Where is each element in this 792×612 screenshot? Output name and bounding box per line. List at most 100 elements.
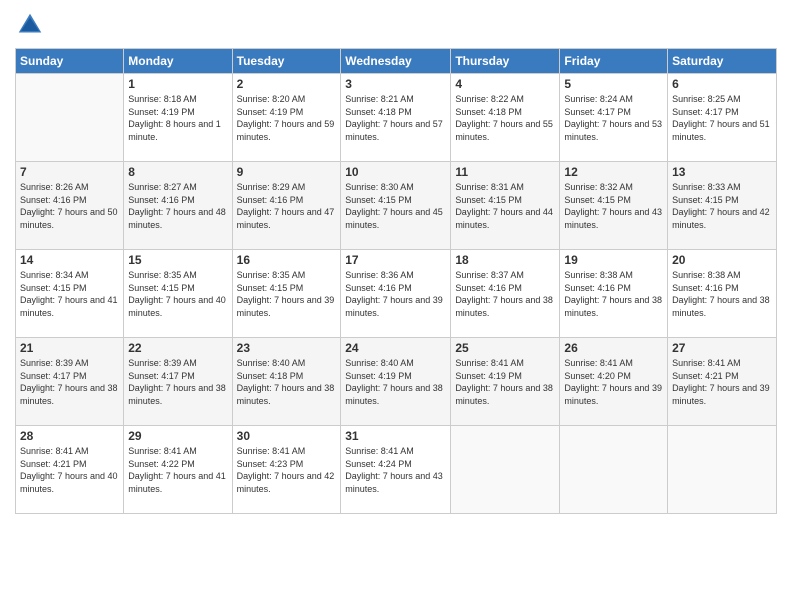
calendar-cell: 14 Sunrise: 8:34 AMSunset: 4:15 PMDayligh… — [16, 250, 124, 338]
day-number: 28 — [20, 429, 119, 443]
calendar-week-row: 1 Sunrise: 8:18 AMSunset: 4:19 PMDaylight… — [16, 74, 777, 162]
calendar-week-row: 21Sunrise: 8:39 AMSunset: 4:17 PMDayligh… — [16, 338, 777, 426]
logo-icon — [15, 10, 45, 40]
day-number: 27 — [672, 341, 772, 355]
day-number: 7 — [20, 165, 119, 179]
page: SundayMondayTuesdayWednesdayThursdayFrid… — [0, 0, 792, 612]
calendar-cell: 28 Sunrise: 8:41 AMSunset: 4:21 PMDayligh… — [16, 426, 124, 514]
day-info: Sunrise: 8:33 AMSunset: 4:15 PMDaylight:… — [672, 181, 772, 231]
calendar-cell: 19 Sunrise: 8:38 AMSunset: 4:16 PMDayligh… — [560, 250, 668, 338]
calendar-cell: 23 Sunrise: 8:40 AMSunset: 4:18 PMDayligh… — [232, 338, 341, 426]
weekday-header-row: SundayMondayTuesdayWednesdayThursdayFrid… — [16, 49, 777, 74]
day-info: Sunrise: 8:41 AMSunset: 4:22 PMDaylight:… — [128, 445, 227, 495]
day-number: 23 — [237, 341, 337, 355]
day-number: 16 — [237, 253, 337, 267]
calendar-cell: 5 Sunrise: 8:24 AMSunset: 4:17 PMDaylight… — [560, 74, 668, 162]
day-number: 31 — [345, 429, 446, 443]
day-number: 30 — [237, 429, 337, 443]
day-number: 5 — [564, 77, 663, 91]
day-info: Sunrise: 8:18 AMSunset: 4:19 PMDaylight:… — [128, 93, 227, 143]
calendar-cell: 3 Sunrise: 8:21 AMSunset: 4:18 PMDaylight… — [341, 74, 451, 162]
calendar-cell: 9Sunrise: 8:29 AMSunset: 4:16 PMDaylight… — [232, 162, 341, 250]
calendar-cell — [16, 74, 124, 162]
day-number: 13 — [672, 165, 772, 179]
day-info: Sunrise: 8:27 AMSunset: 4:16 PMDaylight:… — [128, 181, 227, 231]
calendar-cell: 31 Sunrise: 8:41 AMSunset: 4:24 PMDayligh… — [341, 426, 451, 514]
calendar-cell: 22Sunrise: 8:39 AMSunset: 4:17 PMDayligh… — [124, 338, 232, 426]
day-info: Sunrise: 8:41 AMSunset: 4:20 PMDaylight:… — [564, 357, 663, 407]
calendar-week-row: 7 Sunrise: 8:26 AMSunset: 4:16 PMDaylight… — [16, 162, 777, 250]
calendar-cell — [560, 426, 668, 514]
day-number: 25 — [455, 341, 555, 355]
day-info: Sunrise: 8:41 AMSunset: 4:24 PMDaylight:… — [345, 445, 446, 495]
day-number: 9 — [237, 165, 337, 179]
day-number: 18 — [455, 253, 555, 267]
day-number: 3 — [345, 77, 446, 91]
weekday-header-saturday: Saturday — [668, 49, 777, 74]
weekday-header-thursday: Thursday — [451, 49, 560, 74]
day-info: Sunrise: 8:32 AMSunset: 4:15 PMDaylight:… — [564, 181, 663, 231]
day-info: Sunrise: 8:41 AMSunset: 4:21 PMDaylight:… — [20, 445, 119, 495]
calendar-cell: 12 Sunrise: 8:32 AMSunset: 4:15 PMDayligh… — [560, 162, 668, 250]
day-info: Sunrise: 8:41 AMSunset: 4:19 PMDaylight:… — [455, 357, 555, 407]
day-info: Sunrise: 8:37 AMSunset: 4:16 PMDaylight:… — [455, 269, 555, 319]
day-info: Sunrise: 8:38 AMSunset: 4:16 PMDaylight:… — [672, 269, 772, 319]
calendar-cell — [451, 426, 560, 514]
weekday-header-tuesday: Tuesday — [232, 49, 341, 74]
calendar-cell: 13 Sunrise: 8:33 AMSunset: 4:15 PMDayligh… — [668, 162, 777, 250]
day-info: Sunrise: 8:26 AMSunset: 4:16 PMDaylight:… — [20, 181, 119, 231]
day-number: 20 — [672, 253, 772, 267]
day-info: Sunrise: 8:38 AMSunset: 4:16 PMDaylight:… — [564, 269, 663, 319]
calendar-cell: 17Sunrise: 8:36 AMSunset: 4:16 PMDayligh… — [341, 250, 451, 338]
weekday-header-wednesday: Wednesday — [341, 49, 451, 74]
calendar-cell: 8 Sunrise: 8:27 AMSunset: 4:16 PMDaylight… — [124, 162, 232, 250]
day-info: Sunrise: 8:30 AMSunset: 4:15 PMDaylight:… — [345, 181, 446, 231]
day-number: 4 — [455, 77, 555, 91]
calendar-week-row: 28 Sunrise: 8:41 AMSunset: 4:21 PMDayligh… — [16, 426, 777, 514]
day-info: Sunrise: 8:35 AMSunset: 4:15 PMDaylight:… — [237, 269, 337, 319]
day-number: 29 — [128, 429, 227, 443]
day-info: Sunrise: 8:36 AMSunset: 4:16 PMDaylight:… — [345, 269, 446, 319]
day-number: 15 — [128, 253, 227, 267]
day-number: 19 — [564, 253, 663, 267]
calendar-cell: 24Sunrise: 8:40 AMSunset: 4:19 PMDayligh… — [341, 338, 451, 426]
calendar-cell: 4 Sunrise: 8:22 AMSunset: 4:18 PMDaylight… — [451, 74, 560, 162]
day-number: 8 — [128, 165, 227, 179]
day-info: Sunrise: 8:35 AMSunset: 4:15 PMDaylight:… — [128, 269, 227, 319]
day-number: 14 — [20, 253, 119, 267]
day-number: 12 — [564, 165, 663, 179]
day-info: Sunrise: 8:24 AMSunset: 4:17 PMDaylight:… — [564, 93, 663, 143]
weekday-header-monday: Monday — [124, 49, 232, 74]
day-info: Sunrise: 8:22 AMSunset: 4:18 PMDaylight:… — [455, 93, 555, 143]
day-number: 26 — [564, 341, 663, 355]
calendar-cell: 2 Sunrise: 8:20 AMSunset: 4:19 PMDaylight… — [232, 74, 341, 162]
calendar-cell: 10Sunrise: 8:30 AMSunset: 4:15 PMDayligh… — [341, 162, 451, 250]
day-number: 1 — [128, 77, 227, 91]
calendar-cell: 15 Sunrise: 8:35 AMSunset: 4:15 PMDayligh… — [124, 250, 232, 338]
day-info: Sunrise: 8:21 AMSunset: 4:18 PMDaylight:… — [345, 93, 446, 143]
day-number: 2 — [237, 77, 337, 91]
day-info: Sunrise: 8:34 AMSunset: 4:15 PMDaylight:… — [20, 269, 119, 319]
day-info: Sunrise: 8:20 AMSunset: 4:19 PMDaylight:… — [237, 93, 337, 143]
calendar-week-row: 14 Sunrise: 8:34 AMSunset: 4:15 PMDayligh… — [16, 250, 777, 338]
weekday-header-friday: Friday — [560, 49, 668, 74]
calendar-cell: 29 Sunrise: 8:41 AMSunset: 4:22 PMDayligh… — [124, 426, 232, 514]
day-info: Sunrise: 8:41 AMSunset: 4:23 PMDaylight:… — [237, 445, 337, 495]
calendar-cell: 1 Sunrise: 8:18 AMSunset: 4:19 PMDaylight… — [124, 74, 232, 162]
calendar-cell: 11Sunrise: 8:31 AMSunset: 4:15 PMDayligh… — [451, 162, 560, 250]
weekday-header-sunday: Sunday — [16, 49, 124, 74]
calendar-cell — [668, 426, 777, 514]
day-info: Sunrise: 8:40 AMSunset: 4:19 PMDaylight:… — [345, 357, 446, 407]
calendar-cell: 27 Sunrise: 8:41 AMSunset: 4:21 PMDayligh… — [668, 338, 777, 426]
day-info: Sunrise: 8:39 AMSunset: 4:17 PMDaylight:… — [20, 357, 119, 407]
day-info: Sunrise: 8:41 AMSunset: 4:21 PMDaylight:… — [672, 357, 772, 407]
calendar-cell: 16 Sunrise: 8:35 AMSunset: 4:15 PMDayligh… — [232, 250, 341, 338]
day-info: Sunrise: 8:40 AMSunset: 4:18 PMDaylight:… — [237, 357, 337, 407]
calendar-cell: 25 Sunrise: 8:41 AMSunset: 4:19 PMDayligh… — [451, 338, 560, 426]
day-number: 11 — [455, 165, 555, 179]
calendar-cell: 26 Sunrise: 8:41 AMSunset: 4:20 PMDayligh… — [560, 338, 668, 426]
header — [15, 10, 777, 40]
calendar-cell: 6Sunrise: 8:25 AMSunset: 4:17 PMDaylight… — [668, 74, 777, 162]
calendar-cell: 21Sunrise: 8:39 AMSunset: 4:17 PMDayligh… — [16, 338, 124, 426]
calendar-cell: 7 Sunrise: 8:26 AMSunset: 4:16 PMDaylight… — [16, 162, 124, 250]
